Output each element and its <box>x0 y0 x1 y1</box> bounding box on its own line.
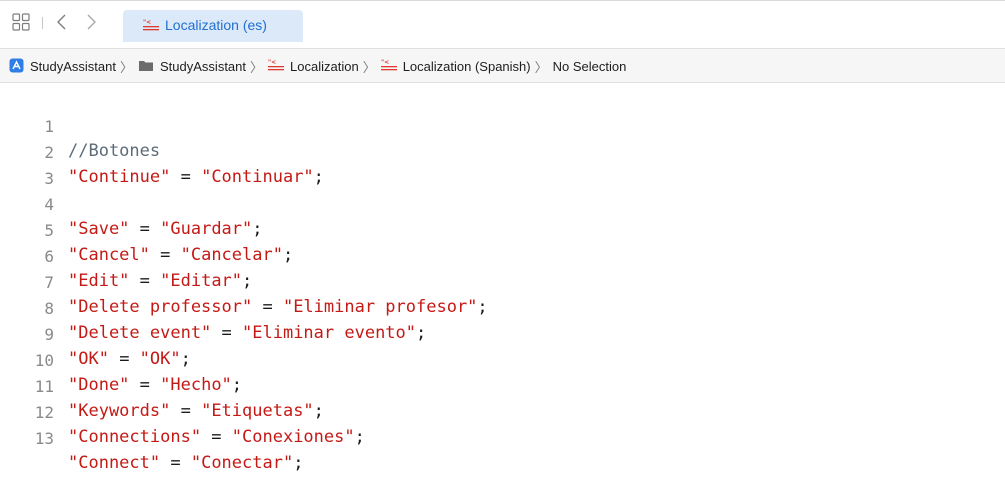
code-line[interactable]: 8 "Delete event" = "Eliminar evento"; <box>0 273 1005 343</box>
related-items-grid-icon[interactable] <box>12 13 30 31</box>
breadcrumb-item-strings-file[interactable]: "< Localization <box>268 59 359 75</box>
chevron-left-icon[interactable] <box>55 12 69 32</box>
tab-bar: "< Localization (es) <box>0 1 1005 43</box>
breadcrumb-item-strings-variant[interactable]: "< Localization (Spanish) <box>380 59 531 75</box>
code-line[interactable]: 10 "Done" = "Hecho"; <box>0 325 1005 395</box>
chevron-right-icon: 〉 <box>120 60 134 75</box>
assignment-operator: = <box>160 453 191 473</box>
code-line[interactable]: 5 "Cancel" = "Cancelar"; <box>0 195 1005 265</box>
string-key: "Connect" <box>68 453 161 473</box>
tab-localization-es[interactable]: "< Localization (es) <box>123 10 303 42</box>
breadcrumb-label: StudyAssistant <box>160 59 247 74</box>
assignment-operator: = <box>201 427 232 447</box>
semicolon: ; <box>354 427 365 447</box>
line-number: 13 <box>34 429 54 448</box>
tab-label: Localization (es) <box>165 17 267 33</box>
code-line[interactable]: 1 //Botones <box>0 91 1005 161</box>
code-line[interactable]: 6 "Edit" = "Editar"; <box>0 221 1005 291</box>
string-value: "Conectar" <box>190 453 294 473</box>
code-line[interactable]: 7 "Delete professor" = "Eliminar profeso… <box>0 247 1005 317</box>
svg-text:"<: "< <box>268 59 276 66</box>
code-line[interactable]: 2 "Continue" = "Continuar"; <box>0 117 1005 187</box>
code-line[interactable]: 3 <box>0 143 1005 188</box>
breadcrumb-label: No Selection <box>552 59 627 74</box>
string-value: "Conexiones" <box>231 427 355 447</box>
toolbar-separator <box>42 17 43 29</box>
breadcrumb-item-selection[interactable]: No Selection <box>553 59 627 74</box>
svg-text:"<: "< <box>143 19 151 26</box>
chevron-right-icon: 〉 <box>362 60 376 75</box>
jump-bar: StudyAssistant 〉 StudyAssistant 〉 "< Loc… <box>0 49 1005 83</box>
chevron-right-icon: 〉 <box>534 60 548 75</box>
code-line[interactable]: 9 "OK" = "OK"; <box>0 299 1005 369</box>
strings-file-icon: "< <box>143 19 159 32</box>
strings-file-icon: "< <box>268 59 285 75</box>
code-line[interactable]: 4 "Save" = "Guardar"; <box>0 169 1005 239</box>
svg-text:"<: "< <box>381 59 389 66</box>
string-key: "Connections" <box>68 427 202 447</box>
breadcrumb: StudyAssistant 〉 StudyAssistant 〉 "< Loc… <box>9 57 626 76</box>
breadcrumb-label: Localization <box>290 59 359 74</box>
chevron-right-icon[interactable] <box>84 12 98 32</box>
strings-file-icon: "< <box>380 59 397 75</box>
breadcrumb-label: StudyAssistant <box>30 59 116 74</box>
chevron-right-icon: 〉 <box>250 60 264 75</box>
breadcrumb-item-group[interactable]: StudyAssistant <box>138 59 246 75</box>
breadcrumb-item-project[interactable]: StudyAssistant <box>9 58 116 76</box>
folder-icon <box>138 59 154 75</box>
app-icon <box>9 58 24 76</box>
code-line[interactable]: 13 "Connect" = "Conectar"; <box>0 403 1005 473</box>
code-text: "Connections" = "Conexiones"; <box>68 425 365 449</box>
code-text: "Connect" = "Conectar"; <box>68 451 303 475</box>
code-line[interactable]: 12 "Connections" = "Conexiones"; <box>0 377 1005 447</box>
source-editor[interactable]: 1 //Botones 2 "Continue" = "Continuar"; … <box>0 83 1005 473</box>
semicolon: ; <box>293 453 304 473</box>
breadcrumb-label: Localization (Spanish) <box>402 59 531 74</box>
code-line[interactable]: 11 "Keywords" = "Etiquetas"; <box>0 351 1005 421</box>
